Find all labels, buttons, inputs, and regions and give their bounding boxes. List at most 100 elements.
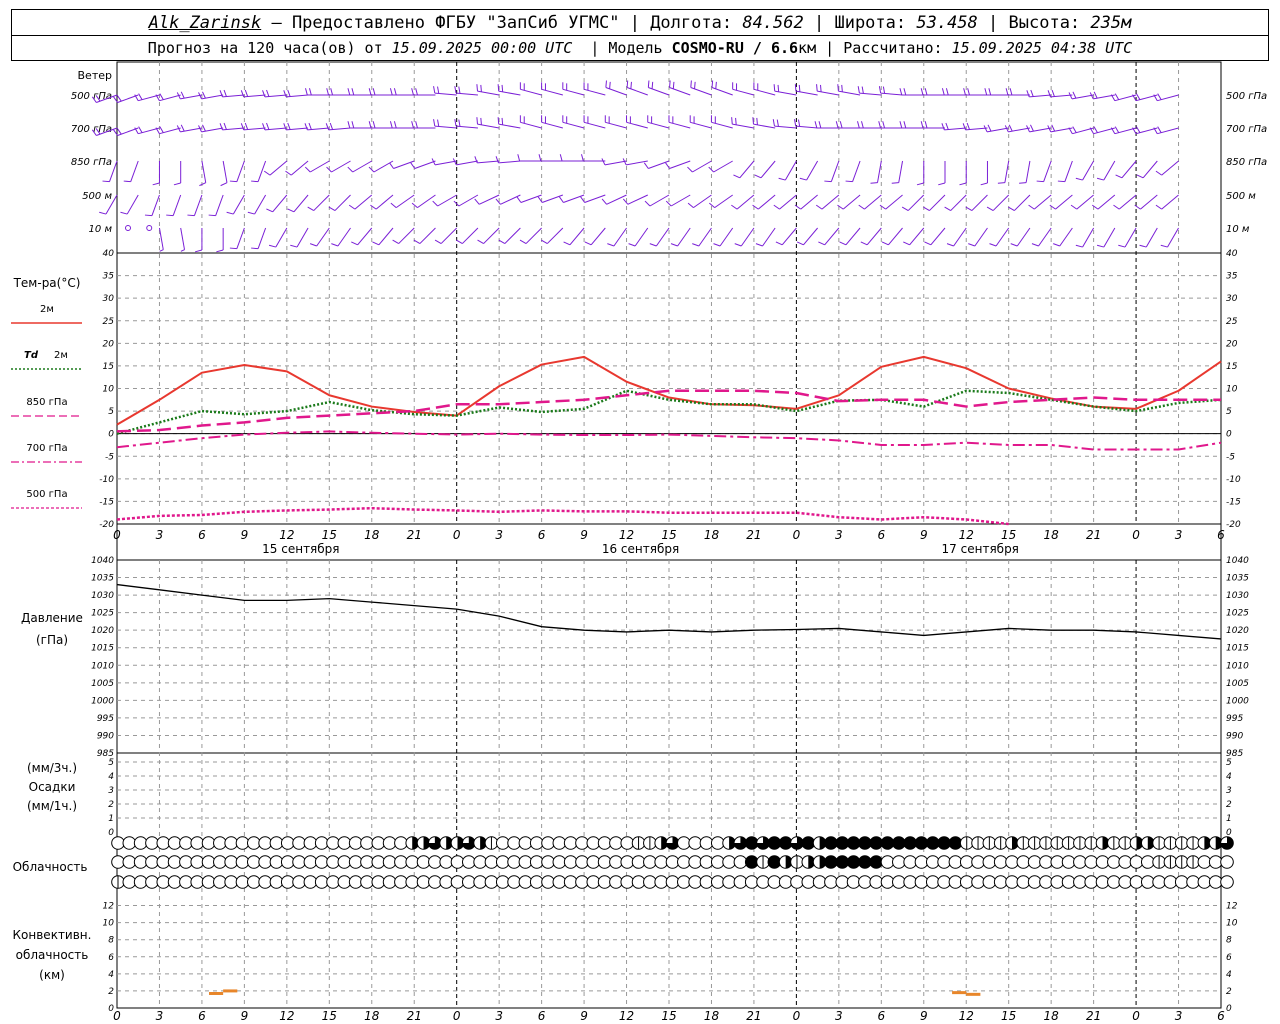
cloud-symbol-low: [948, 875, 963, 889]
wind-barb-feather: [229, 180, 237, 183]
x-tick-label-bottom: 9: [920, 1009, 928, 1023]
wind-barb-feather: [347, 88, 351, 96]
wind-barb-feather: [159, 249, 164, 252]
cloud-symbol-low: [903, 875, 917, 889]
wind-barb: [732, 88, 755, 96]
wind-level-label: 500 м: [82, 191, 112, 202]
precip-tick-left: 1: [108, 814, 114, 824]
wind-barb-feather: [393, 121, 397, 129]
x-tick-label-bottom: 3: [835, 1009, 843, 1023]
temp-tick-right: -5: [1226, 452, 1235, 462]
wind-barb-feather: [962, 123, 967, 131]
pressure-tick-left: 995: [97, 714, 114, 724]
precip-title: Осадки: [29, 780, 76, 794]
cloud-symbol-low: [699, 875, 714, 889]
conv-tick-left: 12: [103, 902, 115, 912]
wind-barb: [842, 194, 861, 210]
wind-barb-feather: [351, 121, 355, 129]
cloud-symbol-low: [167, 875, 182, 889]
wind-barb-feather: [794, 84, 797, 92]
cloud-symbol-mid: [631, 855, 646, 869]
cloud-symbol-low: [382, 875, 397, 889]
wind-barb-feather: [331, 243, 339, 247]
wind-barb-feather: [945, 88, 949, 96]
wind-barb: [520, 194, 542, 203]
cloud-symbol-low: [1174, 875, 1189, 889]
x-tick-label-mid: 18: [704, 528, 720, 542]
cloud-symbol-overcast: [858, 836, 872, 850]
wind-barb-feather: [1019, 182, 1027, 184]
cloud-symbol-high: [586, 836, 601, 850]
cloud-symbol-low: [213, 875, 227, 889]
cloud-symbol-mid: [111, 855, 125, 869]
wind-barb-feather: [202, 124, 206, 132]
wind-barb-feather: [986, 206, 994, 211]
wind-barb: [690, 87, 712, 96]
cloud-symbol-low: [925, 875, 940, 889]
wind-barb: [1076, 194, 1094, 210]
wind-barb-feather: [540, 239, 548, 244]
wind-barb-feather: [329, 122, 334, 130]
wind-barb-feather: [980, 182, 988, 186]
cloud-symbol-mid: [122, 855, 137, 869]
x-tick-label-mid: 9: [241, 528, 249, 542]
wind-barb: [1142, 160, 1158, 179]
cloud-symbol-low: [733, 875, 748, 889]
cloud-symbol-low: [677, 875, 691, 889]
cloud-symbol-low: [133, 875, 148, 889]
cloud-symbol-overcast: [926, 836, 940, 850]
cloud-symbol-mid: [1095, 855, 1110, 869]
wind-barb: [393, 160, 415, 169]
legend-td-prefix: Td: [24, 350, 39, 361]
x-tick-label-mid: 21: [746, 528, 761, 542]
wind-barb: [830, 160, 840, 182]
wind-barb-feather: [1008, 124, 1013, 132]
cloud-symbol-low: [495, 875, 510, 889]
wind-barb: [172, 194, 182, 216]
x-tick-label-mid: 0: [453, 528, 461, 542]
wind-barb: [762, 227, 776, 247]
wind-barb-feather: [778, 177, 786, 181]
wind-barb-feather: [1036, 180, 1044, 183]
wind-barb-feather: [456, 239, 463, 244]
cloud-symbol-low: [586, 875, 601, 889]
wind-barb-feather: [793, 119, 797, 127]
wind-barb-feather: [413, 239, 421, 244]
wind-barb-feather: [966, 122, 970, 130]
wind-barb-feather: [708, 202, 715, 209]
wind-barb: [1064, 160, 1073, 182]
wind-level-label: 10 м: [89, 224, 113, 235]
wind-barb-feather: [796, 241, 804, 246]
x-tick-label-mid: 9: [920, 528, 928, 542]
cloud-symbol-low: [326, 875, 340, 889]
wind-barb-feather: [389, 88, 393, 96]
cloud-symbol-low: [246, 875, 261, 889]
cloud-symbol-low: [145, 875, 159, 889]
wind-barb-feather: [756, 117, 758, 125]
wind-barb-feather: [672, 81, 675, 89]
wind-barb-feather: [390, 202, 397, 209]
wind-barb-feather: [839, 121, 843, 129]
wind-barb: [504, 227, 521, 244]
wind-barb: [907, 194, 925, 211]
x-tick-label-bottom: 6: [877, 1009, 885, 1023]
wind-barb-feather: [824, 180, 832, 183]
conv-tick-right: 10: [1226, 919, 1238, 929]
wind-barb-feather: [1135, 93, 1141, 100]
conv-unit: (км): [39, 968, 65, 982]
wind-barb: [232, 194, 245, 215]
wind-barb: [698, 227, 712, 247]
wind-barb-feather: [988, 88, 992, 96]
pressure-tick-right: 1010: [1226, 661, 1249, 671]
cloud-symbol-mid: [495, 855, 510, 869]
wind-barb-feather: [997, 182, 1005, 184]
cloud-symbol-high: [518, 836, 533, 850]
cloud-symbol-mid: [620, 855, 635, 869]
cloud-symbol-overcast: [824, 836, 838, 850]
cloud-symbol-low: [620, 875, 635, 889]
wind-barb-feather: [882, 121, 886, 129]
wind-barb: [414, 160, 436, 169]
wind-barb-feather: [410, 162, 416, 169]
wind-barb: [824, 227, 840, 246]
wind-barb: [583, 88, 606, 96]
